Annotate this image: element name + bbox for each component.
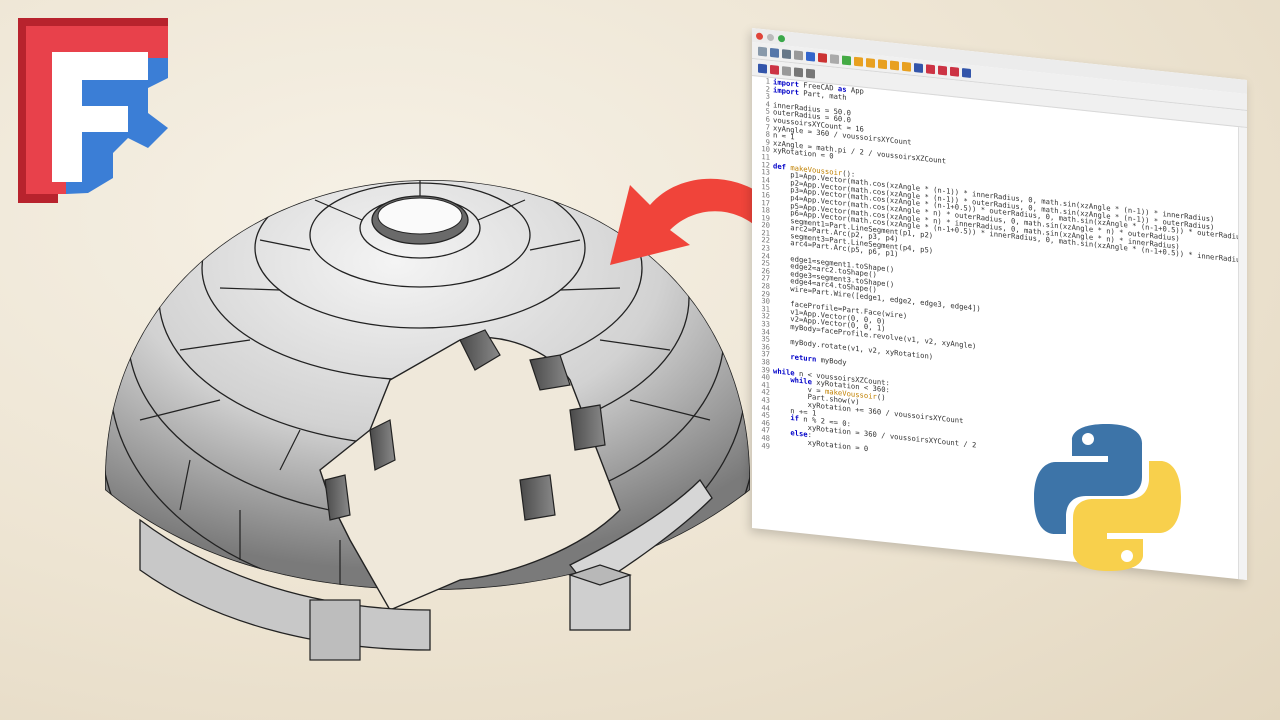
document-icon[interactable] <box>767 33 774 41</box>
scissors-icon[interactable] <box>794 66 803 77</box>
close-icon[interactable] <box>756 31 763 40</box>
part-torus-icon[interactable] <box>902 61 911 72</box>
view-fit-icon[interactable] <box>842 54 851 65</box>
macro-record-icon[interactable] <box>818 52 827 63</box>
boolean-icon[interactable] <box>914 62 923 73</box>
open-file-icon[interactable] <box>770 47 779 58</box>
editor-scrollbar[interactable] <box>1238 127 1247 581</box>
mirror-icon[interactable] <box>770 64 779 75</box>
fuse-icon[interactable] <box>938 65 947 75</box>
cut-icon[interactable] <box>926 63 935 74</box>
line-number: 49 <box>761 440 770 451</box>
redo-icon[interactable] <box>782 65 791 76</box>
run-macro-icon[interactable] <box>778 34 785 42</box>
workbench-icon[interactable] <box>806 51 815 62</box>
save-icon[interactable] <box>782 48 791 59</box>
measure-icon[interactable] <box>806 68 815 79</box>
common-icon[interactable] <box>950 66 959 77</box>
part-box-icon[interactable] <box>854 56 863 67</box>
view-icon[interactable] <box>830 53 839 64</box>
undo-icon[interactable] <box>794 49 803 60</box>
part-cylinder-icon[interactable] <box>866 57 875 68</box>
freecad-logo-icon <box>18 18 168 203</box>
extrude-icon[interactable] <box>962 67 971 78</box>
part-cone-icon[interactable] <box>890 60 899 70</box>
revolve-icon[interactable] <box>758 63 767 74</box>
new-file-icon[interactable] <box>758 46 767 57</box>
part-sphere-icon[interactable] <box>878 58 887 69</box>
python-logo-icon <box>1034 424 1181 571</box>
